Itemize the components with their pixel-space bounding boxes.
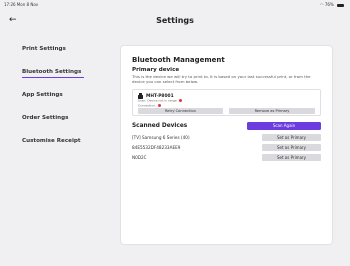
set-primary-button[interactable]: Set as Primary: [262, 143, 321, 151]
connection-status-text: Connection:: [138, 103, 156, 108]
primary-device-description: This is the device we will try to print …: [132, 74, 311, 85]
page-title: Settings: [156, 16, 194, 25]
sidebar-item-order-settings[interactable]: Order Settings: [22, 114, 112, 137]
error-dot-icon: [157, 103, 161, 107]
battery-level: 76%: [324, 2, 334, 7]
scanned-device-list: [TV] Samsung 6 Series (40) Set as Primar…: [132, 132, 321, 162]
remove-primary-button[interactable]: Remove as Primary: [229, 108, 315, 115]
scanned-device-name: 84E5532DF48233AEE9: [132, 144, 181, 150]
scanned-devices-heading: Scanned Devices: [132, 123, 188, 130]
sidebar: Print Settings Bluetooth Settings App Se…: [22, 45, 112, 160]
scanned-header: Scanned Devices Scan Again: [132, 122, 321, 131]
wifi-icon: ◠: [320, 2, 324, 7]
sidebar-item-bluetooth-settings[interactable]: Bluetooth Settings: [22, 68, 112, 91]
sidebar-item-app-settings[interactable]: App Settings: [22, 91, 112, 114]
bluetooth-panel: Bluetooth Management Primary device This…: [120, 45, 333, 245]
connection-status: Connection:: [138, 103, 316, 108]
list-item: 84E5532DF48233AEE9 Set as Primary: [132, 142, 321, 152]
set-primary-button[interactable]: Set as Primary: [262, 133, 321, 141]
battery-icon: [337, 3, 344, 7]
scanned-device-name: [TV] Samsung 6 Series (40): [132, 134, 190, 140]
scanned-device-name: N0D2C: [132, 154, 147, 160]
scan-again-button[interactable]: Scan Again: [247, 122, 321, 131]
panel-title: Bluetooth Management: [132, 56, 225, 64]
error-dot-icon: [178, 99, 182, 103]
primary-device-card: MHT-P8001 Scan: Device not in range Conn…: [132, 89, 321, 117]
printer-icon: [138, 93, 143, 99]
header: ← Settings: [0, 12, 350, 32]
sidebar-item-customise-receipt[interactable]: Customise Receipt: [22, 137, 112, 160]
set-primary-button[interactable]: Set as Primary: [262, 153, 321, 161]
status-bar: 17:26 Mon 8 Nov ◠ 76%: [0, 0, 350, 9]
card-buttons: Retry Connection Remove as Primary: [138, 108, 315, 115]
list-item: N0D2C Set as Primary: [132, 152, 321, 162]
primary-device-heading: Primary device: [132, 67, 180, 73]
retry-connection-button[interactable]: Retry Connection: [138, 108, 223, 115]
status-time: 17:26 Mon 8 Nov: [4, 2, 39, 7]
status-indicators: ◠ 76%: [320, 2, 344, 7]
list-item: [TV] Samsung 6 Series (40) Set as Primar…: [132, 132, 321, 142]
sidebar-item-print-settings[interactable]: Print Settings: [22, 45, 112, 68]
